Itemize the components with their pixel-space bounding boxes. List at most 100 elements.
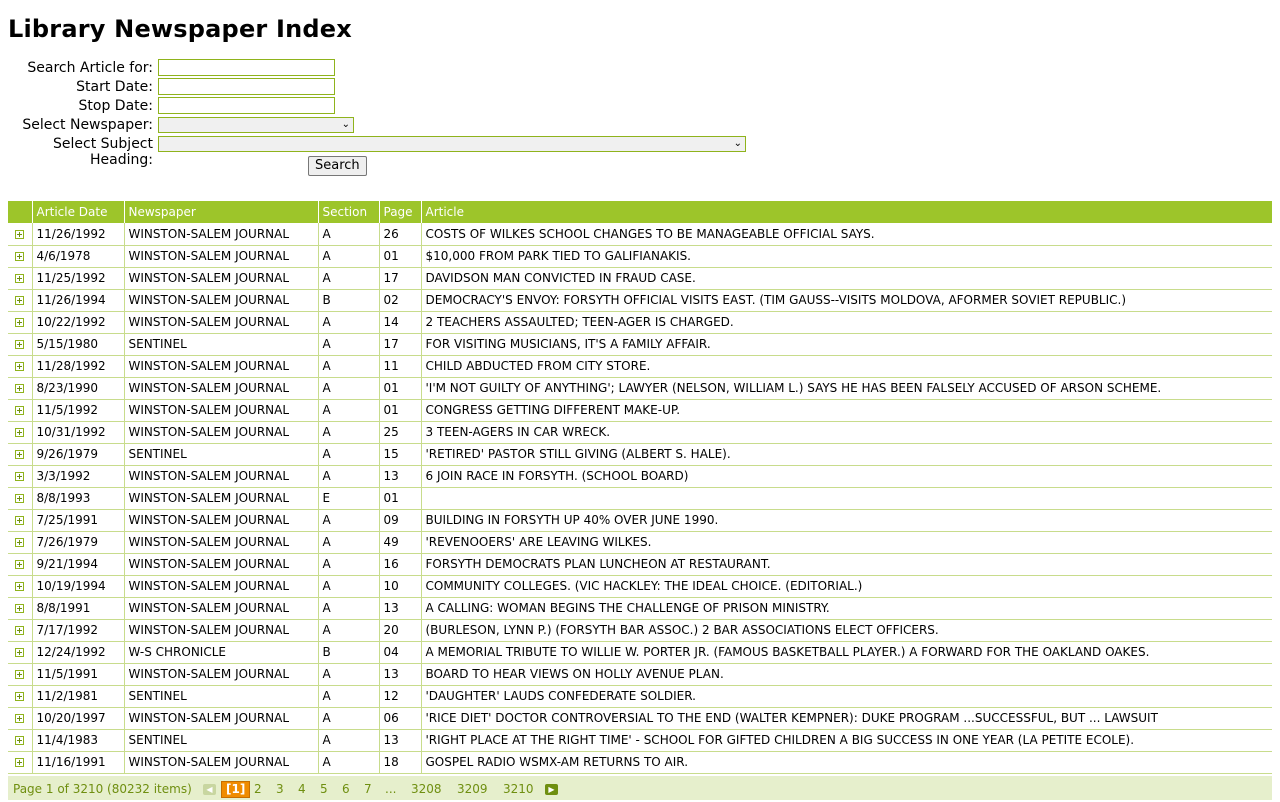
expand-plus-icon[interactable] [15, 714, 25, 723]
expand-plus-icon[interactable] [15, 252, 25, 261]
pager-page-link[interactable]: 5 [320, 776, 328, 802]
table-row[interactable]: 10/20/1997 WINSTON-SALEM JOURNAL A 06 'RICE … [8, 707, 1272, 730]
search-article-input[interactable] [158, 59, 335, 76]
expand-plus-icon[interactable] [15, 450, 25, 459]
table-row[interactable]: 4/6/1978 WINSTON-SALEM JOURNAL A 01 $10,000 … [8, 245, 1272, 268]
page-cell: 01 [378, 377, 421, 400]
pager-page-link[interactable]: 3 [276, 776, 284, 802]
pager-page-link[interactable]: 3209 [457, 776, 488, 802]
expand-plus-icon[interactable] [15, 604, 25, 613]
expand-plus-icon[interactable] [15, 229, 25, 239]
table-row[interactable]: 10/19/1994 WINSTON-SALEM JOURNAL A 10 COMMUN… [8, 575, 1272, 598]
pager-page-link[interactable]: 2 [254, 776, 262, 802]
table-row[interactable]: 9/26/1979 SENTINEL A 15 'RETIRED' PASTOR STI… [8, 443, 1272, 466]
table-row[interactable]: 10/31/1992 WINSTON-SALEM JOURNAL A 25 3 TEEN… [8, 421, 1272, 444]
section-cell: A [317, 267, 379, 290]
table-row[interactable]: 8/23/1990 WINSTON-SALEM JOURNAL A 01 'I'M NO… [8, 377, 1272, 400]
arrow-left-icon[interactable]: ◀ [203, 784, 216, 795]
article-cell: FOR VISITING MUSICIANS, IT'S A FAMILY AF… [420, 333, 1272, 356]
table-row[interactable]: 11/28/1992 WINSTON-SALEM JOURNAL A 11 CHILD … [8, 355, 1272, 378]
page-cell: 17 [378, 267, 421, 290]
expand-plus-icon[interactable] [15, 274, 25, 283]
pager-page-link[interactable]: 6 [342, 776, 350, 802]
table-row[interactable]: 8/8/1991 WINSTON-SALEM JOURNAL A 13 A CALLIN… [8, 597, 1272, 620]
page-cell: 04 [378, 641, 421, 664]
article-date-cell: 11/25/1992 [31, 267, 124, 290]
table-row[interactable]: 11/16/1991 WINSTON-SALEM JOURNAL A 18 GOSPEL… [8, 751, 1272, 774]
expand-plus-icon[interactable] [15, 406, 25, 415]
article-date-cell: 3/3/1992 [31, 465, 124, 488]
table-row[interactable]: 11/2/1981 SENTINEL A 12 'DAUGHTER' LAUDS CON… [8, 685, 1272, 708]
table-row[interactable]: 7/17/1992 WINSTON-SALEM JOURNAL A 20 (BURLES… [8, 619, 1272, 642]
section-cell: A [317, 399, 379, 422]
column-header-article[interactable]: Article [420, 201, 1272, 223]
expand-plus-icon[interactable] [15, 516, 25, 525]
expand-plus-icon[interactable] [15, 428, 25, 437]
expand-plus-icon[interactable] [15, 340, 25, 349]
table-row[interactable]: 10/22/1992 WINSTON-SALEM JOURNAL A 14 2 TEAC… [8, 311, 1272, 334]
table-row[interactable]: 11/26/1992 WINSTON-SALEM JOURNAL A 26 COSTS … [8, 223, 1272, 246]
expand-plus-icon[interactable] [15, 560, 25, 569]
expand-plus-icon[interactable] [15, 538, 25, 547]
expand-plus-icon[interactable] [15, 736, 25, 745]
column-header-section[interactable]: Section [317, 201, 379, 223]
section-cell: A [317, 509, 379, 532]
section-cell: A [317, 751, 379, 774]
newspaper-cell: WINSTON-SALEM JOURNAL [123, 751, 318, 774]
table-row[interactable]: 11/25/1992 WINSTON-SALEM JOURNAL A 17 DAVIDS… [8, 267, 1272, 290]
pager-page-link[interactable]: 3210 [503, 776, 534, 802]
newspaper-select[interactable]: ⌄ [158, 117, 354, 133]
column-header-page[interactable]: Page [378, 201, 421, 223]
table-row[interactable]: 11/5/1991 WINSTON-SALEM JOURNAL A 13 BOARD T… [8, 663, 1272, 686]
start-date-input[interactable] [158, 78, 335, 95]
article-date-cell: 11/4/1983 [31, 729, 124, 752]
stop-date-input[interactable] [158, 97, 335, 114]
subject-heading-select[interactable]: ⌄ [158, 136, 746, 152]
table-row[interactable]: 8/8/1993 WINSTON-SALEM JOURNAL E 01 [8, 487, 1272, 510]
section-cell: B [317, 641, 379, 664]
expand-cell [8, 619, 32, 642]
pager-ellipsis-link[interactable]: ... [385, 776, 396, 802]
pager-info: Page 1 of 3210 (80232 items) [13, 782, 192, 796]
expand-plus-icon[interactable] [15, 472, 25, 481]
expand-plus-icon[interactable] [15, 670, 25, 679]
pager-page-link[interactable]: 4 [298, 776, 306, 802]
expand-cell [8, 311, 32, 334]
table-row[interactable]: 7/26/1979 WINSTON-SALEM JOURNAL A 49 'REVENO… [8, 531, 1272, 554]
table-row[interactable]: 9/21/1994 WINSTON-SALEM JOURNAL A 16 FORSYTH… [8, 553, 1272, 576]
pager-page-link[interactable]: 3208 [411, 776, 442, 802]
chevron-down-icon: ⌄ [733, 138, 742, 149]
newspaper-cell: WINSTON-SALEM JOURNAL [123, 487, 318, 510]
arrow-right-icon[interactable]: ▶ [545, 784, 558, 795]
article-cell: BOARD TO HEAR VIEWS ON HOLLY AVENUE PLAN… [420, 663, 1272, 686]
newspaper-cell: WINSTON-SALEM JOURNAL [123, 421, 318, 444]
table-row[interactable]: 12/24/1992 W-S CHRONICLE B 04 A MEMORIAL TRI… [8, 641, 1272, 664]
expand-plus-icon[interactable] [15, 758, 25, 767]
article-cell: 'DAUGHTER' LAUDS CONFEDERATE SOLDIER. [420, 685, 1272, 708]
expand-plus-icon[interactable] [15, 494, 25, 503]
expand-plus-icon[interactable] [15, 362, 25, 371]
expand-plus-icon[interactable] [15, 648, 25, 657]
column-header-article-date[interactable]: Article Date [31, 201, 124, 223]
table-row[interactable]: 5/15/1980 SENTINEL A 17 FOR VISITING MUSICIA… [8, 333, 1272, 356]
column-header-newspaper[interactable]: Newspaper [123, 201, 318, 223]
search-button[interactable]: Search [308, 156, 367, 176]
expand-plus-icon[interactable] [15, 692, 25, 701]
table-row[interactable]: 3/3/1992 WINSTON-SALEM JOURNAL A 13 6 JOIN R… [8, 465, 1272, 488]
section-cell: A [317, 663, 379, 686]
newspaper-cell: WINSTON-SALEM JOURNAL [123, 465, 318, 488]
pager-page-link[interactable]: 7 [364, 776, 372, 802]
page-cell: 01 [378, 487, 421, 510]
table-row[interactable]: 7/25/1991 WINSTON-SALEM JOURNAL A 09 BUILDIN… [8, 509, 1272, 532]
table-row[interactable]: 11/5/1992 WINSTON-SALEM JOURNAL A 01 CONGRES… [8, 399, 1272, 422]
article-date-cell: 4/6/1978 [31, 245, 124, 268]
table-row[interactable]: 11/26/1994 WINSTON-SALEM JOURNAL B 02 DEMOCR… [8, 289, 1272, 312]
table-row[interactable]: 11/4/1983 SENTINEL A 13 'RIGHT PLACE AT THE … [8, 729, 1272, 752]
expand-cell [8, 707, 32, 730]
expand-plus-icon[interactable] [15, 626, 25, 635]
expand-plus-icon[interactable] [15, 384, 25, 393]
expand-plus-icon[interactable] [15, 296, 25, 305]
expand-plus-icon[interactable] [15, 582, 25, 591]
expand-plus-icon[interactable] [15, 318, 25, 327]
expand-cell [8, 729, 32, 752]
